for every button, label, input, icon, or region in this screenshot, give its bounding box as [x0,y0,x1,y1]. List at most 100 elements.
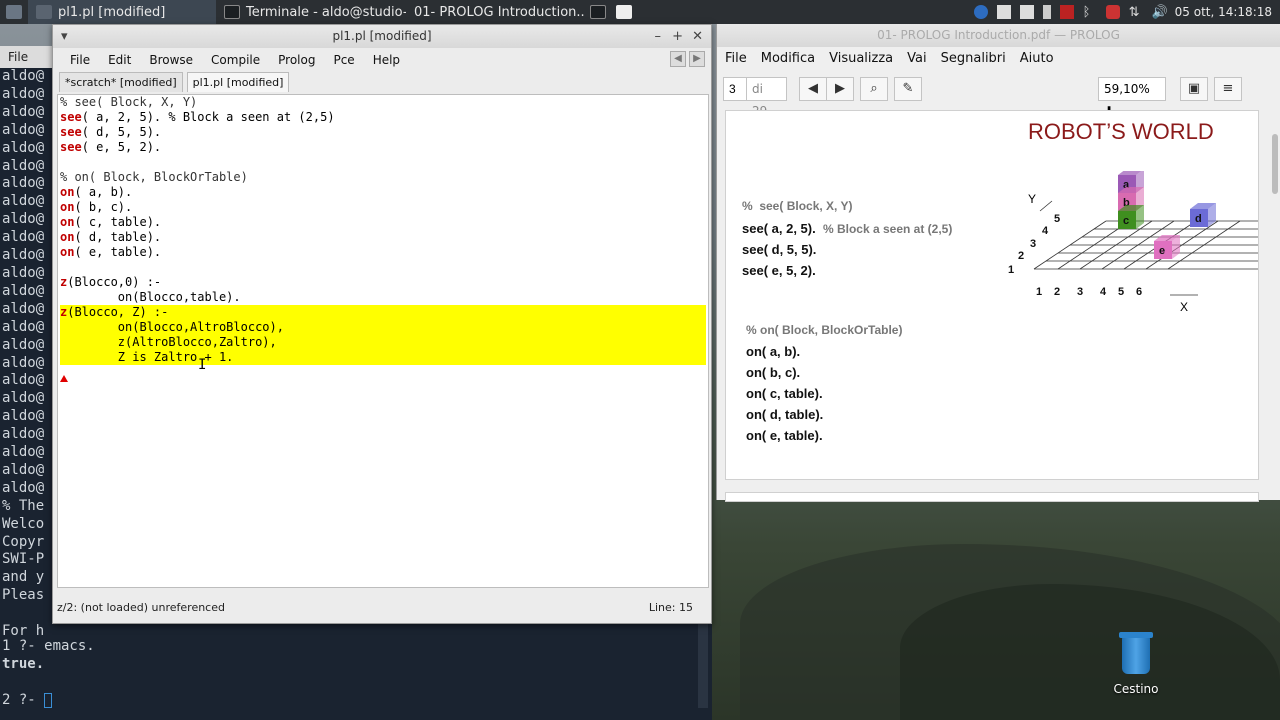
maximize-icon[interactable]: + [672,25,683,48]
terminal-cursor-icon [44,692,53,708]
pdf-titlebar[interactable]: 01- PROLOG Introduction.pdf — PROLOG [717,24,1280,47]
menu-file[interactable]: File [61,53,99,67]
menu-edit[interactable]: Edit [99,53,140,67]
window-menu-icon[interactable]: ▾ [61,25,68,48]
volume-icon[interactable]: 🔊 [1152,5,1168,20]
terminal-line: aldo@ [2,85,45,102]
x-tick: 2 [1054,286,1060,298]
bluetooth-icon[interactable]: ᛒ [1083,5,1097,20]
terminal-line: 1 ?- emacs. [2,638,95,654]
code-line: on( b, c). [60,200,706,215]
annotate-icon[interactable]: ✎ [894,77,922,101]
slide-see-line: see( d, 5, 5). [742,242,817,257]
x-tick: 1 [1036,286,1042,298]
terminal-line: aldo@ [2,461,45,478]
zoom-select[interactable]: 59,10% ⬇ [1098,77,1166,118]
block-label: d [1195,213,1202,225]
pdf-scrollbar[interactable] [1272,134,1278,194]
bookmark-icon[interactable]: ▣ [1180,77,1208,101]
terminal-line: aldo@ [2,282,45,299]
hamburger-menu-icon[interactable]: ≡ [1214,77,1242,101]
trash-desktop-icon[interactable]: Cestino [1108,632,1164,696]
code-line: on(Blocco,AltroBlocco), [60,320,706,335]
terminal-line: aldo@ [2,247,45,264]
terminal-line: aldo@ [2,175,45,192]
minimize-icon[interactable]: – [655,25,662,48]
next-page-icon[interactable]: ▶ [826,77,854,101]
slide-title: ROBOT’S WORLD [1028,119,1214,144]
pdf-menubar: File Modifica Visualizza Vai Segnalibri … [717,47,1280,69]
code-line: z(AltroBlocco,Zaltro), [60,335,706,350]
terminal-line: Copyr [2,533,45,550]
record-icon[interactable] [1059,5,1074,19]
terminal-menu-file[interactable]: File [0,46,60,68]
notes-icon[interactable] [1019,5,1034,19]
taskbar-item-pdf[interactable]: 01- PROLOG Introduction.... [406,0,586,24]
taskbar-item-terminal[interactable]: Terminale - aldo@studio-1... [216,0,406,24]
pdf-menu-vai[interactable]: Vai [907,51,934,66]
pdf-menu-segnalibri[interactable]: Segnalibri [941,51,1014,66]
previous-page-icon[interactable]: ◀ [799,77,827,101]
camera-icon[interactable] [1105,5,1120,19]
block-e: e [1154,235,1180,259]
hp-icon[interactable] [973,5,988,19]
page-number-input[interactable] [723,77,747,101]
terminal-prompt-area[interactable]: 1 ?- emacs. true. 2 ?- [2,637,95,709]
code-line: on( e, table). [60,245,706,260]
taskbar-item-edit[interactable] [612,0,638,24]
code-line: Z is Zaltro + 1. [60,350,706,365]
terminal-line: aldo@ [2,121,45,138]
zoom-value: 59,10% [1104,82,1150,96]
terminal-line: 2 ?- [2,691,95,709]
terminal-line: aldo@ [2,157,45,174]
network-icon[interactable]: ⇅ [1129,5,1143,20]
pdf-menu-visualizza[interactable]: Visualizza [829,51,901,66]
taskbar-item-editor[interactable]: pl1.pl [modified] [28,0,216,24]
y-tick: 2 [1018,250,1024,262]
pdf-menu-aiuto[interactable]: Aiuto [1020,51,1062,66]
y-tick: 1 [1008,264,1014,276]
pdf-toolbar: di 29 ◀ ▶ ⌕ ✎ 59,10% ⬇ ▣ ≡ [717,69,1280,118]
tab-pl1[interactable]: pl1.pl [modified] [186,72,290,92]
battery-icon[interactable] [1042,5,1051,19]
trash-label: Cestino [1113,682,1159,696]
slide-on-line: on( a, b). [746,344,801,359]
code-text: on(Blocco,AltroBlocco), [60,320,284,334]
block-d: d [1190,203,1216,227]
taskbar-item-other[interactable] [586,0,612,24]
pdf-next-page [725,492,1259,502]
code-keyword: on [60,185,75,199]
nav-forward-icon[interactable]: ▶ [689,51,705,67]
code-text: ( c, table). [74,215,162,229]
slide-on-comment: % on( Block, BlockOrTable) [746,323,903,337]
clipboard-icon[interactable] [996,5,1011,19]
top-panel: pl1.pl [modified] Terminale - aldo@studi… [0,0,1280,24]
menu-pce[interactable]: Pce [324,53,363,67]
app-menu-button[interactable] [0,0,28,24]
pdf-menu-file[interactable]: File [725,51,755,66]
menu-prolog[interactable]: Prolog [269,53,324,67]
terminal-line: aldo@ [2,426,45,443]
code-text: ( e, table). [74,245,162,259]
taskbar-label: Terminale - aldo@studio-1... [246,4,406,20]
clock[interactable]: 05 ott, 14:18:18 [1175,5,1272,19]
terminal-icon [224,5,240,19]
tab-scratch[interactable]: *scratch* [modified] [59,72,183,92]
menu-browse[interactable]: Browse [140,53,202,67]
editor-titlebar[interactable]: ▾ pl1.pl [modified] – + ✕ [53,25,711,48]
search-icon[interactable]: ⌕ [860,77,888,101]
terminal-line: Pleas [2,587,45,604]
terminal-line: aldo@ [2,372,45,389]
pencil-icon [616,5,632,19]
code-editor[interactable]: % see( Block, X, Y) see( a, 2, 5). % Bloc… [57,94,709,588]
code-line: on( d, table). [60,230,706,245]
menu-compile[interactable]: Compile [202,53,269,67]
menu-help[interactable]: Help [364,53,409,67]
nav-back-icon[interactable]: ◀ [670,51,686,67]
terminal-line: aldo@ [2,193,45,210]
x-tick: 5 [1118,286,1124,298]
close-icon[interactable]: ✕ [692,25,703,48]
pdf-menu-modifica[interactable]: Modifica [761,51,823,66]
